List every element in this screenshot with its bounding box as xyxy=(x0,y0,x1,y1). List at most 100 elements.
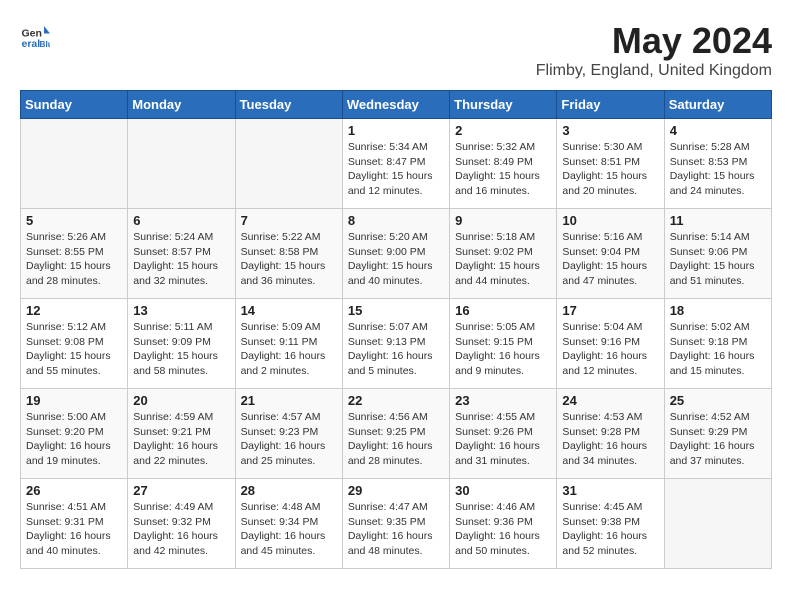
calendar-week-5: 26Sunrise: 4:51 AMSunset: 9:31 PMDayligh… xyxy=(21,479,772,569)
svg-text:Blue: Blue xyxy=(40,40,51,49)
day-number: 29 xyxy=(348,483,444,498)
calendar-cell: 24Sunrise: 4:53 AMSunset: 9:28 PMDayligh… xyxy=(557,389,664,479)
day-info: Sunrise: 4:59 AMSunset: 9:21 PMDaylight:… xyxy=(133,410,229,469)
day-info: Sunrise: 4:47 AMSunset: 9:35 PMDaylight:… xyxy=(348,500,444,559)
day-info: Sunrise: 5:22 AMSunset: 8:58 PMDaylight:… xyxy=(241,230,337,289)
day-info: Sunrise: 4:52 AMSunset: 9:29 PMDaylight:… xyxy=(670,410,766,469)
calendar-week-3: 12Sunrise: 5:12 AMSunset: 9:08 PMDayligh… xyxy=(21,299,772,389)
calendar-week-4: 19 Sunrise: 5:00 AMSunset: 9:20 PMDayligh… xyxy=(21,389,772,479)
day-info: Sunrise: 5:11 AMSunset: 9:09 PMDaylight:… xyxy=(133,320,229,379)
calendar-cell: 15 Sunrise: 5:07 AMSunset: 9:13 PMDayligh… xyxy=(342,299,449,389)
day-info: Sunrise: 4:55 AMSunset: 9:26 PMDaylight:… xyxy=(455,410,551,469)
day-info: Sunrise: 5:30 AMSunset: 8:51 PMDaylight:… xyxy=(562,140,658,199)
day-number: 17 xyxy=(562,303,658,318)
calendar-cell: 22 Sunrise: 4:56 AMSunset: 9:25 PMDayligh… xyxy=(342,389,449,479)
title-block: May 2024 Flimby, England, United Kingdom xyxy=(536,20,772,80)
calendar-cell xyxy=(21,119,128,209)
day-info: Sunrise: 5:07 AMSunset: 9:13 PMDaylight:… xyxy=(348,320,444,379)
day-number: 31 xyxy=(562,483,658,498)
day-info: Sunrise: 5:05 AMSunset: 9:15 PMDaylight:… xyxy=(455,320,551,379)
day-number: 19 xyxy=(26,393,122,408)
calendar-cell: 11 Sunrise: 5:14 AMSunset: 9:06 PMDayligh… xyxy=(664,209,771,299)
calendar-cell: 31 Sunrise: 4:45 AMSunset: 9:38 PMDayligh… xyxy=(557,479,664,569)
day-info: Sunrise: 4:45 AMSunset: 9:38 PMDaylight:… xyxy=(562,500,658,559)
day-info: Sunrise: 5:32 AMSunset: 8:49 PMDaylight:… xyxy=(455,140,551,199)
calendar-cell: 13 Sunrise: 5:11 AMSunset: 9:09 PMDayligh… xyxy=(128,299,235,389)
day-info: Sunrise: 4:57 AMSunset: 9:23 PMDaylight:… xyxy=(241,410,337,469)
weekday-header-wednesday: Wednesday xyxy=(342,91,449,119)
day-info: Sunrise: 4:51 AMSunset: 9:31 PMDaylight:… xyxy=(26,500,122,559)
day-info: Sunrise: 4:46 AMSunset: 9:36 PMDaylight:… xyxy=(455,500,551,559)
day-number: 16 xyxy=(455,303,551,318)
day-info: Sunrise: 5:02 AMSunset: 9:18 PMDaylight:… xyxy=(670,320,766,379)
day-info: Sunrise: 5:00 AMSunset: 9:20 PMDaylight:… xyxy=(26,410,122,469)
day-number: 27 xyxy=(133,483,229,498)
day-number: 3 xyxy=(562,123,658,138)
day-info: Sunrise: 5:28 AMSunset: 8:53 PMDaylight:… xyxy=(670,140,766,199)
calendar-cell: 6 Sunrise: 5:24 AMSunset: 8:57 PMDaylight… xyxy=(128,209,235,299)
calendar-cell: 28 Sunrise: 4:48 AMSunset: 9:34 PMDayligh… xyxy=(235,479,342,569)
calendar-cell: 26Sunrise: 4:51 AMSunset: 9:31 PMDayligh… xyxy=(21,479,128,569)
calendar-cell xyxy=(128,119,235,209)
calendar-cell: 14 Sunrise: 5:09 AMSunset: 9:11 PMDayligh… xyxy=(235,299,342,389)
calendar-cell: 9Sunrise: 5:18 AMSunset: 9:02 PMDaylight… xyxy=(450,209,557,299)
weekday-header-row: SundayMondayTuesdayWednesdayThursdayFrid… xyxy=(21,91,772,119)
calendar-cell: 18 Sunrise: 5:02 AMSunset: 9:18 PMDayligh… xyxy=(664,299,771,389)
day-info: Sunrise: 5:26 AMSunset: 8:55 PMDaylight:… xyxy=(26,230,122,289)
calendar-cell: 23Sunrise: 4:55 AMSunset: 9:26 PMDayligh… xyxy=(450,389,557,479)
calendar-week-2: 5Sunrise: 5:26 AMSunset: 8:55 PMDaylight… xyxy=(21,209,772,299)
day-info: Sunrise: 5:18 AMSunset: 9:02 PMDaylight:… xyxy=(455,230,551,289)
day-number: 18 xyxy=(670,303,766,318)
weekday-header-sunday: Sunday xyxy=(21,91,128,119)
day-number: 6 xyxy=(133,213,229,228)
day-number: 15 xyxy=(348,303,444,318)
calendar-cell: 17 Sunrise: 5:04 AMSunset: 9:16 PMDayligh… xyxy=(557,299,664,389)
calendar-week-1: 1Sunrise: 5:34 AMSunset: 8:47 PMDaylight… xyxy=(21,119,772,209)
day-info: Sunrise: 5:24 AMSunset: 8:57 PMDaylight:… xyxy=(133,230,229,289)
calendar-cell: 3 Sunrise: 5:30 AMSunset: 8:51 PMDaylight… xyxy=(557,119,664,209)
day-number: 20 xyxy=(133,393,229,408)
day-info: Sunrise: 5:09 AMSunset: 9:11 PMDaylight:… xyxy=(241,320,337,379)
calendar-cell: 4 Sunrise: 5:28 AMSunset: 8:53 PMDaylight… xyxy=(664,119,771,209)
calendar-cell: 5Sunrise: 5:26 AMSunset: 8:55 PMDaylight… xyxy=(21,209,128,299)
calendar-cell: 12Sunrise: 5:12 AMSunset: 9:08 PMDayligh… xyxy=(21,299,128,389)
day-info: Sunrise: 5:14 AMSunset: 9:06 PMDaylight:… xyxy=(670,230,766,289)
day-info: Sunrise: 4:56 AMSunset: 9:25 PMDaylight:… xyxy=(348,410,444,469)
weekday-header-thursday: Thursday xyxy=(450,91,557,119)
day-number: 7 xyxy=(241,213,337,228)
day-number: 14 xyxy=(241,303,337,318)
calendar-cell: 10Sunrise: 5:16 AMSunset: 9:04 PMDayligh… xyxy=(557,209,664,299)
calendar-cell: 2 Sunrise: 5:32 AMSunset: 8:49 PMDaylight… xyxy=(450,119,557,209)
calendar-cell: 7 Sunrise: 5:22 AMSunset: 8:58 PMDaylight… xyxy=(235,209,342,299)
weekday-header-friday: Friday xyxy=(557,91,664,119)
day-number: 25 xyxy=(670,393,766,408)
location-title: Flimby, England, United Kingdom xyxy=(536,62,772,80)
logo: Gen eral Blue xyxy=(20,20,50,50)
day-info: Sunrise: 4:48 AMSunset: 9:34 PMDaylight:… xyxy=(241,500,337,559)
calendar-cell: 1Sunrise: 5:34 AMSunset: 8:47 PMDaylight… xyxy=(342,119,449,209)
day-number: 22 xyxy=(348,393,444,408)
weekday-header-monday: Monday xyxy=(128,91,235,119)
day-number: 11 xyxy=(670,213,766,228)
weekday-header-tuesday: Tuesday xyxy=(235,91,342,119)
day-info: Sunrise: 4:49 AMSunset: 9:32 PMDaylight:… xyxy=(133,500,229,559)
weekday-header-saturday: Saturday xyxy=(664,91,771,119)
page-header: Gen eral Blue May 2024 Flimby, England, … xyxy=(20,20,772,80)
day-number: 28 xyxy=(241,483,337,498)
calendar-table: SundayMondayTuesdayWednesdayThursdayFrid… xyxy=(20,90,772,569)
calendar-cell xyxy=(235,119,342,209)
day-info: Sunrise: 5:12 AMSunset: 9:08 PMDaylight:… xyxy=(26,320,122,379)
calendar-cell: 27 Sunrise: 4:49 AMSunset: 9:32 PMDayligh… xyxy=(128,479,235,569)
day-info: Sunrise: 5:20 AMSunset: 9:00 PMDaylight:… xyxy=(348,230,444,289)
day-number: 24 xyxy=(562,393,658,408)
day-number: 1 xyxy=(348,123,444,138)
day-info: Sunrise: 5:04 AMSunset: 9:16 PMDaylight:… xyxy=(562,320,658,379)
day-number: 2 xyxy=(455,123,551,138)
logo-icon: Gen eral Blue xyxy=(20,20,50,50)
day-number: 13 xyxy=(133,303,229,318)
calendar-cell: 20 Sunrise: 4:59 AMSunset: 9:21 PMDayligh… xyxy=(128,389,235,479)
calendar-cell: 19 Sunrise: 5:00 AMSunset: 9:20 PMDayligh… xyxy=(21,389,128,479)
calendar-cell: 30Sunrise: 4:46 AMSunset: 9:36 PMDayligh… xyxy=(450,479,557,569)
calendar-cell: 21Sunrise: 4:57 AMSunset: 9:23 PMDayligh… xyxy=(235,389,342,479)
day-number: 4 xyxy=(670,123,766,138)
